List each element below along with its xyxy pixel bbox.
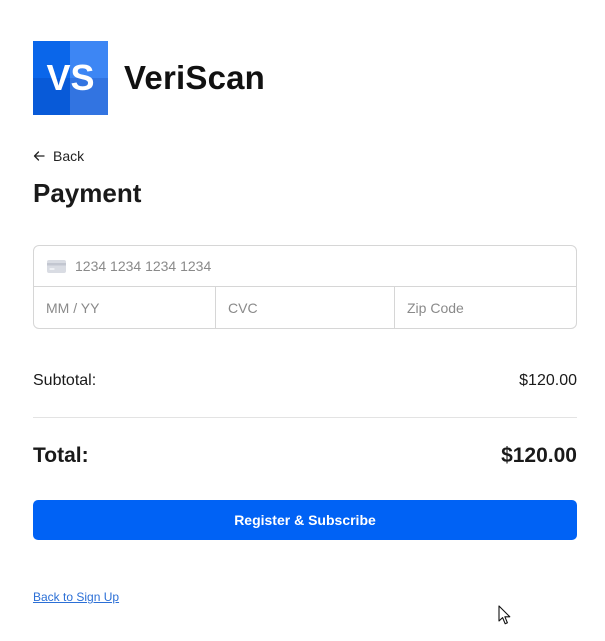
total-value: $120.00 xyxy=(501,444,577,467)
back-link[interactable]: Back xyxy=(33,148,84,164)
cvc-field[interactable]: CVC xyxy=(216,287,395,328)
brand-name: VeriScan xyxy=(124,59,266,96)
mouse-pointer-icon xyxy=(498,605,511,625)
subtotal-value: $120.00 xyxy=(519,372,577,389)
logo-mark: VS xyxy=(33,41,108,115)
back-to-signup-link[interactable]: Back to Sign Up xyxy=(33,590,119,604)
card-number-placeholder: 1234 1234 1234 1234 xyxy=(75,258,212,274)
card-element: 1234 1234 1234 1234 MM / YY CVC Zip Code xyxy=(33,245,577,329)
logo-letters: VS xyxy=(46,57,95,98)
page-title: Payment xyxy=(33,178,142,208)
zip-code-field[interactable]: Zip Code xyxy=(395,287,576,328)
expiry-field[interactable]: MM / YY xyxy=(34,287,216,328)
register-subscribe-button[interactable]: Register & Subscribe xyxy=(33,500,577,540)
payment-page: VS VeriScan Back Payment 1234 1234 1234 … xyxy=(0,0,605,641)
total-label: Total: xyxy=(33,444,89,467)
expiry-placeholder: MM / YY xyxy=(46,299,100,316)
subtotal-label: Subtotal: xyxy=(33,372,97,389)
brand-logo: VS VeriScan xyxy=(33,41,265,115)
total-row: Total: $120.00 xyxy=(33,444,577,468)
subtotal-row: Subtotal: $120.00 xyxy=(33,372,577,390)
card-details-row: MM / YY CVC Zip Code xyxy=(34,287,576,328)
card-number-field[interactable]: 1234 1234 1234 1234 xyxy=(34,246,576,287)
cvc-placeholder: CVC xyxy=(228,299,258,316)
arrow-left-icon xyxy=(33,151,45,161)
back-label: Back xyxy=(53,148,85,164)
summary-divider xyxy=(33,417,577,418)
credit-card-icon xyxy=(47,259,66,273)
zip-code-placeholder: Zip Code xyxy=(407,299,464,316)
